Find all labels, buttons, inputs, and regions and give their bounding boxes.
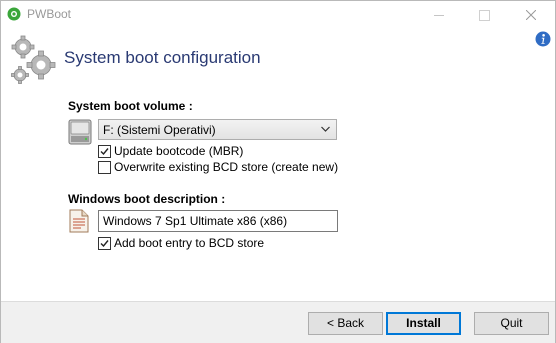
close-button[interactable] — [508, 1, 554, 29]
boot-volume-label: System boot volume : — [68, 99, 193, 113]
install-button[interactable]: Install — [386, 312, 461, 335]
document-icon — [69, 209, 89, 233]
add-boot-entry-label: Add boot entry to BCD store — [114, 236, 265, 250]
boot-volume-value: F: (Sistemi Operativi) — [103, 123, 216, 137]
checkmark-icon — [100, 148, 109, 156]
minimize-icon — [434, 15, 444, 16]
pwboot-window: PWBoot System boot configuration System … — [0, 0, 556, 343]
boot-description-label: Windows boot description : — [68, 192, 226, 206]
overwrite-bcd-label: Overwrite existing BCD store (create new… — [114, 160, 339, 174]
minimize-button[interactable] — [415, 1, 461, 29]
title-bar: PWBoot — [1, 1, 555, 29]
window-title: PWBoot — [27, 7, 72, 21]
close-icon — [526, 10, 536, 20]
gears-icon — [11, 35, 56, 84]
update-bootcode-checkbox[interactable] — [98, 145, 111, 158]
button-bar — [1, 301, 555, 343]
back-button[interactable]: < Back — [308, 312, 383, 335]
quit-button[interactable]: Quit — [474, 312, 549, 335]
maximize-button[interactable] — [461, 1, 507, 29]
checkmark-icon — [100, 240, 109, 248]
maximize-icon — [479, 10, 490, 21]
update-bootcode-label: Update bootcode (MBR) — [114, 144, 244, 158]
page-title: System boot configuration — [64, 48, 261, 67]
boot-description-input[interactable]: Windows 7 Sp1 Ultimate x86 (x86) — [98, 210, 338, 232]
overwrite-bcd-checkbox[interactable] — [98, 161, 111, 174]
pwboot-app-icon — [7, 7, 21, 21]
boot-volume-select[interactable]: F: (Sistemi Operativi) — [98, 119, 337, 140]
hard-drive-icon — [68, 119, 92, 145]
chevron-down-icon — [321, 126, 330, 132]
info-icon[interactable] — [535, 31, 551, 47]
add-boot-entry-checkbox[interactable] — [98, 237, 111, 250]
